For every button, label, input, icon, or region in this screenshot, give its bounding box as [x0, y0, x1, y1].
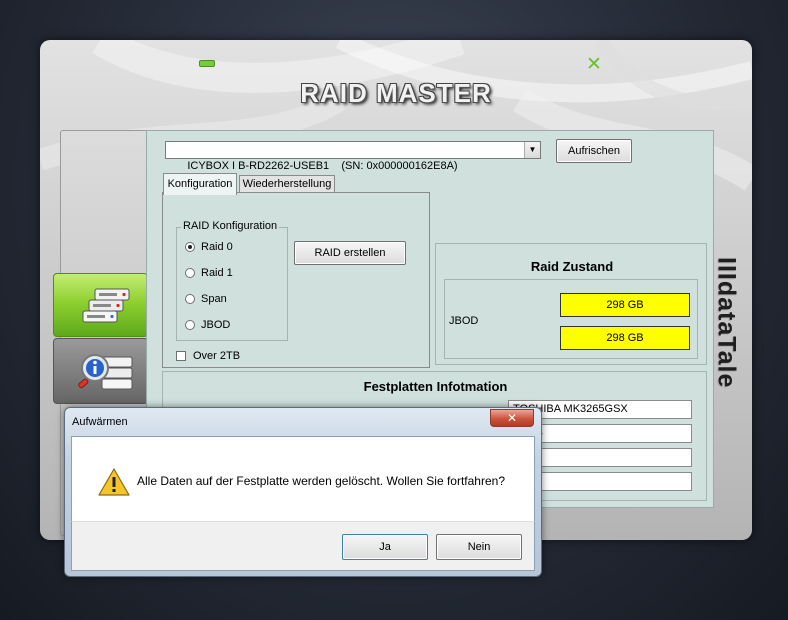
radio-jbod-label: JBOD — [201, 319, 231, 331]
create-raid-button[interactable]: RAID erstellen — [294, 241, 406, 265]
over2tb-checkbox[interactable]: Over 2TB — [176, 350, 240, 362]
config-tab-page: RAID Konfiguration Raid 0 Raid 1 Span JB… — [162, 192, 430, 368]
disk-stack-icon — [82, 288, 130, 323]
confirm-dialog: Aufwärmen ✕ Alle Daten auf der Festplatt… — [64, 407, 542, 577]
tab-konfiguration[interactable]: Konfiguration — [163, 173, 237, 195]
dialog-footer: Ja Nein — [71, 521, 535, 571]
radio-span[interactable]: Span — [185, 293, 227, 305]
chevron-down-icon[interactable]: ▼ — [524, 142, 540, 158]
capacity-disk2: 298 GB — [560, 326, 690, 350]
capacity-disk1: 298 GB — [560, 293, 690, 317]
dialog-body: Alle Daten auf der Festplatte werden gel… — [71, 436, 535, 522]
nav-item-disk-info[interactable] — [53, 338, 148, 404]
raid-config-group: RAID Konfiguration Raid 0 Raid 1 Span JB… — [176, 220, 288, 341]
radio-raid1-label: Raid 1 — [201, 267, 233, 279]
info-magnifier-icon — [78, 354, 133, 390]
minimize-icon[interactable] — [199, 60, 215, 67]
radio-raid0-dot[interactable] — [185, 242, 195, 252]
refresh-button[interactable]: Aufrischen — [556, 139, 632, 163]
yes-button[interactable]: Ja — [342, 534, 428, 560]
radio-span-label: Span — [201, 293, 227, 305]
nav-item-raid-config[interactable] — [53, 273, 148, 337]
tab-wiederherstellung[interactable]: Wiederherstellung — [239, 175, 335, 193]
dialog-close-icon[interactable]: ✕ — [490, 409, 534, 427]
no-button[interactable]: Nein — [436, 534, 522, 560]
disk-info-title: Festplatten Infotmation — [363, 379, 508, 394]
radio-raid1[interactable]: Raid 1 — [185, 267, 233, 279]
radio-jbod-dot[interactable] — [185, 320, 195, 330]
device-select-value: ICYBOX I B-RD2262-USEB1 (SN: 0x000000162… — [187, 160, 458, 172]
warning-icon — [98, 468, 130, 496]
radio-raid0-label: Raid 0 — [201, 241, 233, 253]
raid-config-group-label: RAID Konfiguration — [181, 220, 280, 232]
radio-raid1-dot[interactable] — [185, 268, 195, 278]
raid-status-inner: JBOD 298 GB 298 GB — [444, 279, 698, 359]
brand-text: IIIdataTale — [712, 257, 741, 389]
radio-jbod[interactable]: JBOD — [185, 319, 230, 331]
dialog-message: Alle Daten auf der Festplatte werden gel… — [137, 474, 505, 488]
raid-status-title: Raid Zustand — [530, 259, 614, 274]
raid-status-panel: Raid Zustand JBOD 298 GB 298 GB — [435, 243, 707, 365]
app-title: RAID MASTER — [300, 78, 492, 108]
over2tb-checkbox-box[interactable] — [176, 351, 186, 361]
over2tb-label: Over 2TB — [193, 350, 241, 362]
radio-span-dot[interactable] — [185, 294, 195, 304]
radio-raid0[interactable]: Raid 0 — [185, 241, 233, 253]
raid-mode-label: JBOD — [449, 315, 479, 327]
dialog-title: Aufwärmen — [72, 416, 128, 428]
device-select[interactable]: ICYBOX I B-RD2262-USEB1 (SN: 0x000000162… — [165, 141, 541, 172]
close-icon[interactable]: ✕ — [583, 54, 605, 74]
